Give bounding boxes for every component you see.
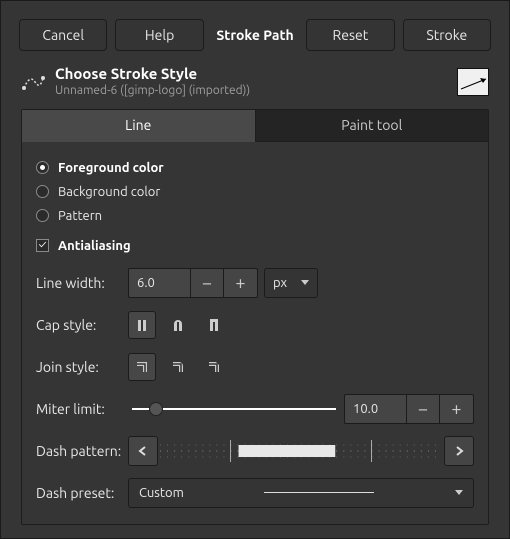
- dash-pattern-editor[interactable]: [160, 436, 442, 466]
- options-frame: Line Paint tool Foreground color Backgro…: [21, 109, 489, 525]
- dash-scroll-left[interactable]: [128, 436, 158, 466]
- dash-scroll-right[interactable]: [444, 436, 474, 466]
- join-round[interactable]: [164, 353, 192, 381]
- radio-icon: [36, 185, 49, 198]
- linewidth-input[interactable]: 6.0: [128, 268, 190, 298]
- label-linewidth: Line width:: [36, 275, 128, 291]
- row-joinstyle: Join style:: [36, 350, 474, 384]
- join-bevel[interactable]: [200, 353, 228, 381]
- check-label: Antialiasing: [58, 239, 131, 253]
- chevron-down-icon: [301, 280, 309, 285]
- tab-line[interactable]: Line: [22, 110, 255, 142]
- path-icon: [21, 70, 45, 94]
- row-miterlimit: Miter limit: 10.0 − +: [36, 392, 474, 426]
- tabs: Line Paint tool: [22, 110, 488, 142]
- cancel-button[interactable]: Cancel: [19, 19, 107, 51]
- miter-incr[interactable]: +: [440, 394, 474, 424]
- row-linewidth: Line width: 6.0 − + px: [36, 266, 474, 300]
- reset-button[interactable]: Reset: [306, 19, 394, 51]
- line-preview[interactable]: [457, 68, 489, 96]
- check-antialias[interactable]: Antialiasing: [36, 234, 474, 258]
- join-miter[interactable]: [128, 353, 156, 381]
- miter-input[interactable]: 10.0: [344, 394, 406, 424]
- cap-round[interactable]: [164, 311, 192, 339]
- stroke-button[interactable]: Stroke: [403, 19, 491, 51]
- miter-decr[interactable]: −: [406, 394, 440, 424]
- stroke-path-dialog: Cancel Help Stroke Path Reset Stroke Cho…: [0, 0, 510, 539]
- unit-value: px: [273, 276, 287, 290]
- header-title: Choose Stroke Style: [55, 65, 447, 83]
- dash-preset-select[interactable]: Custom: [128, 478, 474, 508]
- help-button[interactable]: Help: [115, 19, 203, 51]
- linewidth-spin: 6.0 − +: [128, 268, 258, 298]
- label-dashpattern: Dash pattern:: [36, 443, 128, 459]
- header-subtitle: Unnamed-6 ([gimp-logo] (imported)): [55, 83, 447, 99]
- radio-label: Background color: [58, 185, 160, 199]
- radio-background[interactable]: Background color: [36, 180, 474, 204]
- dialog-title: Stroke Path: [212, 19, 298, 51]
- linewidth-incr[interactable]: +: [224, 268, 258, 298]
- miter-spin: 10.0 − +: [344, 394, 474, 424]
- preset-value: Custom: [139, 486, 184, 500]
- label-dashpreset: Dash preset:: [36, 485, 128, 501]
- check-icon: [36, 239, 49, 252]
- dialog-button-row: Cancel Help Stroke Path Reset Stroke: [19, 19, 491, 51]
- row-capstyle: Cap style:: [36, 308, 474, 342]
- row-dashpreset: Dash preset: Custom: [36, 476, 474, 510]
- radio-label: Foreground color: [58, 161, 164, 175]
- radio-icon: [36, 161, 49, 174]
- radio-icon: [36, 209, 49, 222]
- cap-butt[interactable]: [128, 311, 156, 339]
- row-dashpattern: Dash pattern:: [36, 434, 474, 468]
- label-joinstyle: Join style:: [36, 359, 128, 375]
- chevron-down-icon: [455, 490, 463, 495]
- radio-pattern[interactable]: Pattern: [36, 204, 474, 228]
- label-miterlimit: Miter limit:: [36, 401, 128, 417]
- radio-foreground[interactable]: Foreground color: [36, 156, 474, 180]
- preset-preview-line: [264, 492, 374, 493]
- cap-square[interactable]: [200, 311, 228, 339]
- tab-paint-tool[interactable]: Paint tool: [255, 110, 489, 142]
- tab-line-body: Foreground color Background color Patter…: [22, 142, 488, 510]
- header: Choose Stroke Style Unnamed-6 ([gimp-log…: [19, 65, 491, 99]
- label-capstyle: Cap style:: [36, 317, 128, 333]
- radio-label: Pattern: [58, 209, 102, 223]
- linewidth-decr[interactable]: −: [190, 268, 224, 298]
- slider-thumb[interactable]: [149, 402, 163, 416]
- linewidth-unit-select[interactable]: px: [264, 268, 318, 298]
- miter-slider[interactable]: [128, 394, 344, 424]
